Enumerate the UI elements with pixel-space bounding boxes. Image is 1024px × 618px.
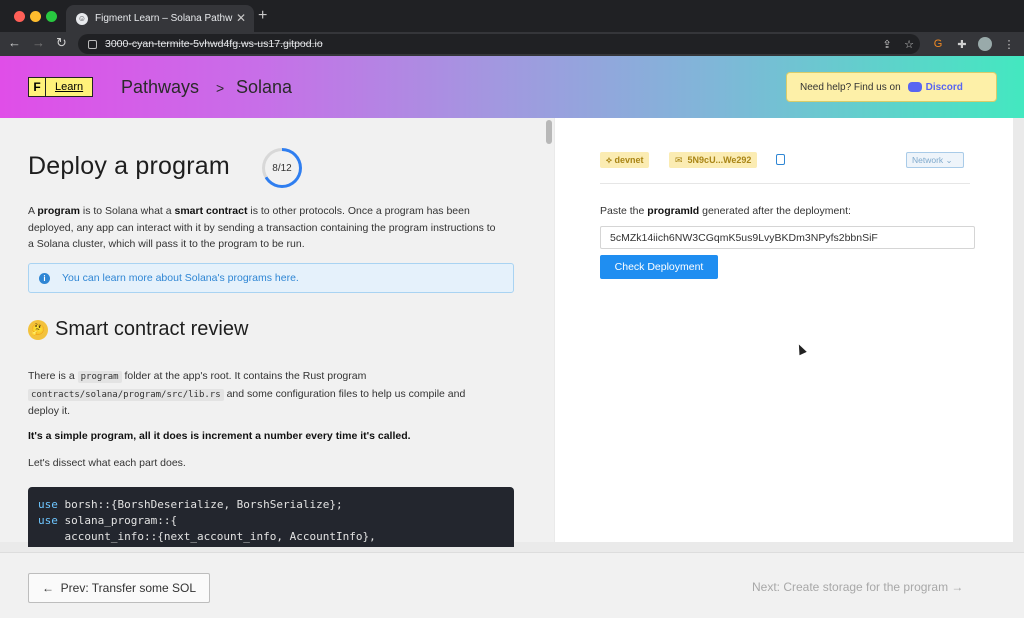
prev-step-button[interactable]: ← Prev: Transfer some SOL [28,573,210,603]
breadcrumb-solana[interactable]: Solana [236,77,292,98]
discord-icon [907,82,922,92]
program-id-label: Paste the programId generated after the … [600,205,851,217]
code-line-1: use borsh::{BorshDeserialize, BorshSeria… [38,498,343,511]
share-icon[interactable]: ⇪ [880,37,894,51]
scrollbar-thumb[interactable] [546,120,552,144]
account-tag: ✉ 5N9cU...We292 [669,152,758,168]
thinking-face-icon: 🤔 [28,319,48,340]
extensions-puzzle-icon[interactable]: ✚ [955,37,969,51]
code-line-3: account_info::{next_account_info, Accoun… [38,530,376,543]
address-url: 3000-cyan-termite-5vhwd4fg.ws-us17.gitpo… [105,38,323,50]
section-title: Smart contract review [55,318,249,340]
extension-icon[interactable]: G [931,37,945,51]
section-heading: 🤔 Smart contract review [28,318,248,341]
discord-label: Discord [925,81,963,93]
check-deployment-button[interactable]: Check Deployment [600,255,718,279]
section-paragraph-2: It's a simple program, all it does is in… [28,430,411,442]
discord-link[interactable]: Discord [907,81,963,93]
menu-kebab-icon[interactable]: ⋮ [1002,37,1016,51]
code-line-2: use solana_program::{ [38,514,178,527]
logo-text: Learn [46,77,94,97]
minimize-window-button[interactable] [30,11,41,22]
section-paragraph-1: There is a program folder at the app's r… [28,370,466,417]
copy-icon[interactable] [776,154,785,165]
help-banner[interactable]: Need help? Find us on Discord [786,72,997,102]
forward-icon[interactable]: → [32,35,45,50]
interaction-pane [555,118,1013,542]
page-title: Deploy a program [28,152,230,180]
program-id-input[interactable] [600,226,975,249]
breadcrumb-separator: > [216,80,225,96]
browser-toolbar: ← → ↻ 3000-cyan-termite-5vhwd4fg.ws-us17… [0,32,1024,56]
bookmark-star-icon[interactable]: ☆ [902,37,916,51]
arrow-left-icon: ← [41,581,61,595]
logo-letter: F [28,77,46,97]
inline-code-path: contracts/solana/program/src/lib.rs [28,388,224,401]
info-text[interactable]: You can learn more about Solana's progra… [62,272,299,284]
inline-code-program: program [77,371,122,383]
back-icon[interactable]: ← [8,35,21,50]
intro-paragraph: A program is to Solana what a smart cont… [28,205,496,250]
section-paragraph-3: Let's dissect what each part does. [28,457,186,469]
network-tag: ⟡ devnet [600,152,650,168]
info-icon: i [39,272,50,284]
info-callout[interactable]: i You can learn more about Solana's prog… [28,263,514,293]
tab-title: Figment Learn – Solana Pathw [95,13,233,24]
tab-close-icon[interactable]: ✕ [236,11,246,25]
progress-ring: 8/12 [262,148,302,188]
figment-learn-logo[interactable]: F Learn [28,77,94,97]
reload-icon[interactable]: ↻ [56,35,67,51]
progress-label: 8/12 [265,151,299,185]
profile-avatar[interactable] [978,37,992,51]
network-select[interactable]: Network ⌄ [906,152,964,168]
address-bar[interactable]: 3000-cyan-termite-5vhwd4fg.ws-us17.gitpo… [78,34,920,54]
lock-icon [88,39,97,49]
browser-tab[interactable]: ☺ Figment Learn – Solana Pathw ✕ [66,5,254,32]
close-window-button[interactable] [14,11,25,22]
divider [600,183,970,184]
next-step-button[interactable]: Next: Create storage for the program → [752,580,963,594]
tab-favicon-icon: ☺ [76,12,88,25]
new-tab-button[interactable]: + [258,7,267,25]
code-block: use borsh::{BorshDeserialize, BorshSeria… [28,487,514,547]
breadcrumb-pathways[interactable]: Pathways [121,77,199,98]
maximize-window-button[interactable] [46,11,57,22]
arrow-right-icon: → [948,580,964,594]
help-text: Need help? Find us on [800,81,901,93]
browser-tab-bar: ☺ Figment Learn – Solana Pathw ✕ + [0,0,1024,32]
